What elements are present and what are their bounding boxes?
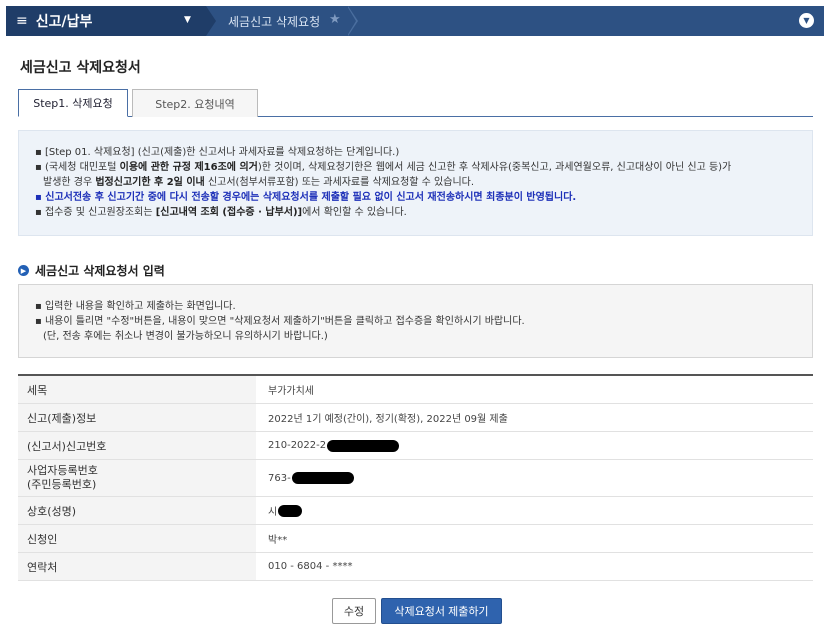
row-label: (신고서)신고번호 [18, 432, 256, 459]
row-label: 신고(제출)정보 [18, 404, 256, 431]
table-row: (신고서)신고번호 210-2022-2 [18, 432, 813, 460]
table-row: 세목 부가가치세 [18, 376, 813, 404]
table-row: 상호(성명) 시 [18, 497, 813, 525]
section-title: 세금신고 삭제요청서 입력 [35, 264, 165, 278]
table-row: 신청인 박** [18, 525, 813, 553]
row-label: 상호(성명) [18, 497, 256, 524]
redaction-mark [278, 504, 303, 517]
notice-line: 발생한 경우 법정신고기한 후 2일 이내 신고서(첨부서류포함) 또는 과세자… [43, 177, 475, 188]
row-label: 사업자등록번호 (주민등록번호) [18, 460, 256, 496]
tab-step1[interactable]: Step1. 삭제요청 [18, 89, 128, 117]
submit-request-button[interactable]: 삭제요청서 제출하기 [381, 598, 502, 624]
section-heading: ▶ 세금신고 삭제요청서 입력 [18, 262, 165, 279]
caret-down-icon: ▼ [184, 15, 191, 25]
row-value: 210-2022-2 [256, 432, 813, 459]
notice-line: ▪ [Step 01. 삭제요청] (신고(제출)한 신고서나 과세자료를 삭제… [35, 147, 400, 158]
row-value: 시 [256, 497, 813, 524]
row-value: 010 - 6804 - **** [268, 561, 353, 572]
row-label: 신청인 [18, 525, 256, 552]
row-value: 부가가치세 [268, 386, 314, 397]
top-navigation-bar: ≡ 신고/납부 ▼ 세금신고 삭제요청 ★ ▼ [6, 6, 824, 36]
step-tabs: Step1. 삭제요청 Step2. 요청내역 [18, 89, 813, 117]
tab-step2[interactable]: Step2. 요청내역 [132, 89, 258, 117]
table-row: 신고(제출)정보 2022년 1기 예정(간이), 정기(확정), 2022년 … [18, 404, 813, 432]
menu-title: 신고/납부 [35, 14, 93, 30]
circle-arrow-icon: ▶ [18, 265, 29, 276]
breadcrumb-separator [206, 6, 216, 36]
guide-line: (단, 전송 후에는 취소나 변경이 불가능하오니 유의하시기 바랍니다.) [43, 331, 328, 342]
table-row: 연락처 010 - 6804 - **** [18, 553, 813, 581]
row-value: 박** [268, 535, 288, 546]
redaction-mark [291, 472, 354, 484]
notice-highlight: ▪ 신고서전송 후 신고기간 중에 다시 전송할 경우에는 삭제요청서를 제출할… [35, 192, 577, 203]
notice-line: ▪ 접수증 및 신고원장조회는 [신고내역 조회 (접수증 · 납부서)]에서 … [35, 207, 407, 218]
request-detail-table: 세목 부가가치세 신고(제출)정보 2022년 1기 예정(간이), 정기(확정… [18, 374, 813, 581]
guide-box: ▪ 입력한 내용을 확인하고 제출하는 화면입니다. ▪ 내용이 틀리면 "수정… [18, 284, 813, 358]
row-value: 763- [256, 460, 813, 496]
edit-button[interactable]: 수정 [332, 598, 376, 624]
chevron-down-icon[interactable]: ▼ [799, 13, 814, 28]
breadcrumb-current[interactable]: 세금신고 삭제요청 [228, 13, 320, 30]
page-title: 세금신고 삭제요청서 [20, 60, 141, 76]
row-value: 2022년 1기 예정(간이), 정기(확정), 2022년 09월 제출 [268, 414, 508, 425]
row-label: 연락처 [18, 553, 256, 580]
redaction-mark [327, 439, 400, 452]
table-row: 사업자등록번호 (주민등록번호) 763- [18, 460, 813, 497]
guide-line: ▪ 입력한 내용을 확인하고 제출하는 화면입니다. [35, 301, 236, 312]
notice-box: ▪ [Step 01. 삭제요청] (신고(제출)한 신고서나 과세자료를 삭제… [18, 130, 813, 236]
guide-line: ▪ 내용이 틀리면 "수정"버튼을, 내용이 맞으면 "삭제요청서 제출하기"버… [35, 316, 525, 327]
menu-dropdown[interactable]: ≡ 신고/납부 ▼ [6, 6, 206, 36]
notice-line: ▪ (국세청 대민포털 이용에 관한 규정 제16조에 의거)한 것이며, 삭제… [35, 162, 732, 173]
row-label: 세목 [18, 376, 256, 403]
star-icon[interactable]: ★ [329, 12, 341, 27]
hamburger-icon: ≡ [16, 13, 28, 29]
